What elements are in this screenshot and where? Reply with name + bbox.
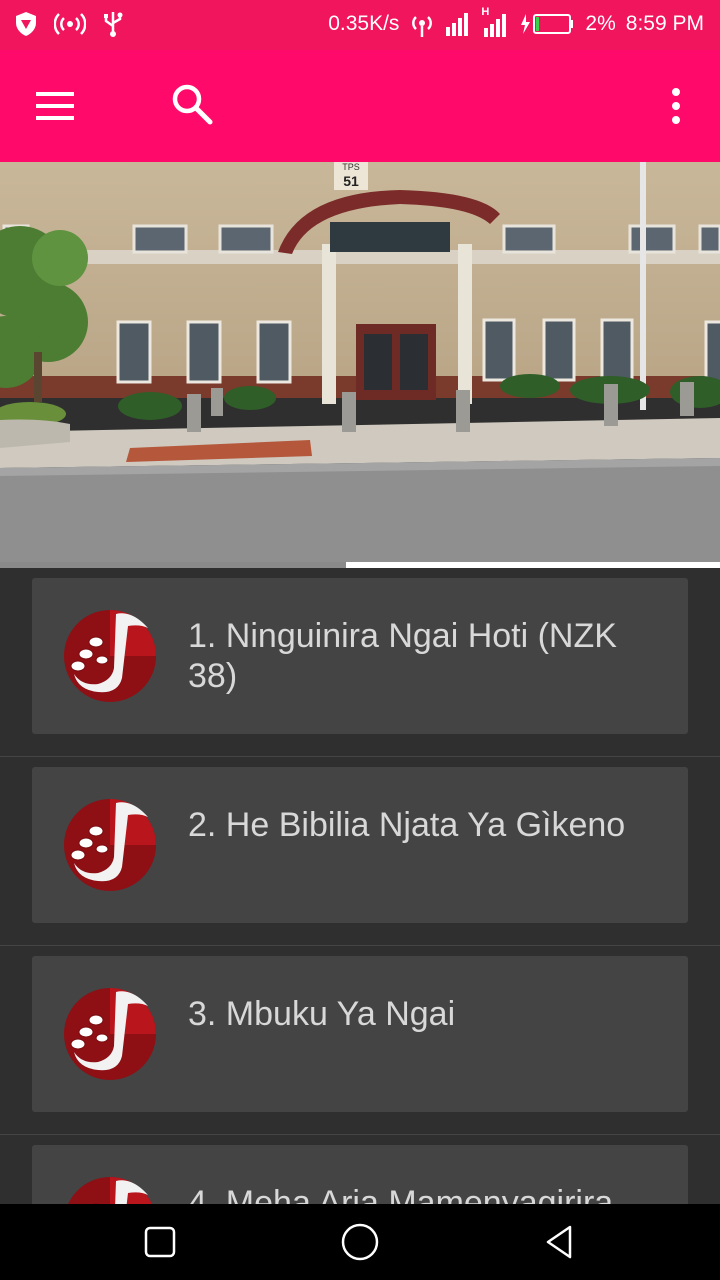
hero-image[interactable]: TPS 51 [0, 162, 720, 562]
system-nav-bar [0, 1204, 720, 1280]
recents-square-icon[interactable] [140, 1222, 180, 1262]
usb-icon [104, 12, 123, 37]
status-left-icons [14, 10, 124, 38]
network-speed: 0.35K/s [328, 12, 400, 35]
home-circle-icon[interactable] [340, 1222, 380, 1262]
building-sign-text: TPS [342, 162, 360, 172]
song-title: 2. He Bibilia Njata Ya Gìkeno [188, 806, 626, 844]
list-item: 2. He Bibilia Njata Ya Gìkeno [0, 757, 720, 946]
building-sign-number: 51 [343, 173, 359, 189]
music-note-logo-icon [64, 988, 156, 1080]
clock: 8:59 PM [625, 12, 704, 35]
song-title: 3. Mbuku Ya Ngai [188, 995, 456, 1033]
cell-signal-2-icon [484, 14, 507, 37]
song-card-2[interactable]: 2. He Bibilia Njata Ya Gìkeno [32, 767, 688, 923]
music-note-logo-icon [64, 799, 156, 891]
school-building-image: TPS 51 [0, 162, 720, 562]
song-title: 1. Ninguinira Ngai Hoti (NZK 38) [188, 617, 617, 695]
song-card-4[interactable]: 4. Meha Aria Mamenyagirira [32, 1145, 688, 1204]
song-list[interactable]: 1. Ninguinira Ngai Hoti (NZK 38) 2. He B… [0, 568, 720, 1204]
vpn-shield-icon [16, 12, 36, 36]
list-item: 4. Meha Aria Mamenyagirira [0, 1135, 720, 1204]
hotspot-icon [54, 13, 86, 35]
status-right-icons: 0.35K/s H 2% 8:59 PM [328, 6, 704, 38]
battery-percent: 2% [585, 12, 616, 35]
app-bar [0, 50, 720, 162]
back-triangle-icon[interactable] [540, 1222, 580, 1262]
network-type-label: H [481, 6, 509, 38]
song-card-1[interactable]: 1. Ninguinira Ngai Hoti (NZK 38) [32, 578, 688, 734]
music-note-logo-icon [68, 1177, 152, 1204]
more-vert-icon[interactable] [660, 84, 692, 128]
list-item: 3. Mbuku Ya Ngai [0, 946, 720, 1135]
cell-signal-icon [446, 13, 469, 36]
list-item: 1. Ninguinira Ngai Hoti (NZK 38) [0, 568, 720, 757]
song-card-3[interactable]: 3. Mbuku Ya Ngai [32, 956, 688, 1112]
music-note-logo-icon [64, 610, 156, 702]
status-bar: 0.35K/s H 2% 8:59 PM [0, 0, 720, 50]
battery-charging-icon [521, 14, 574, 34]
search-icon[interactable] [168, 80, 216, 128]
menu-icon[interactable] [32, 86, 80, 126]
wifi-signal-icon [412, 16, 433, 37]
song-title: 4. Meha Aria Mamenyagirira [188, 1184, 614, 1204]
